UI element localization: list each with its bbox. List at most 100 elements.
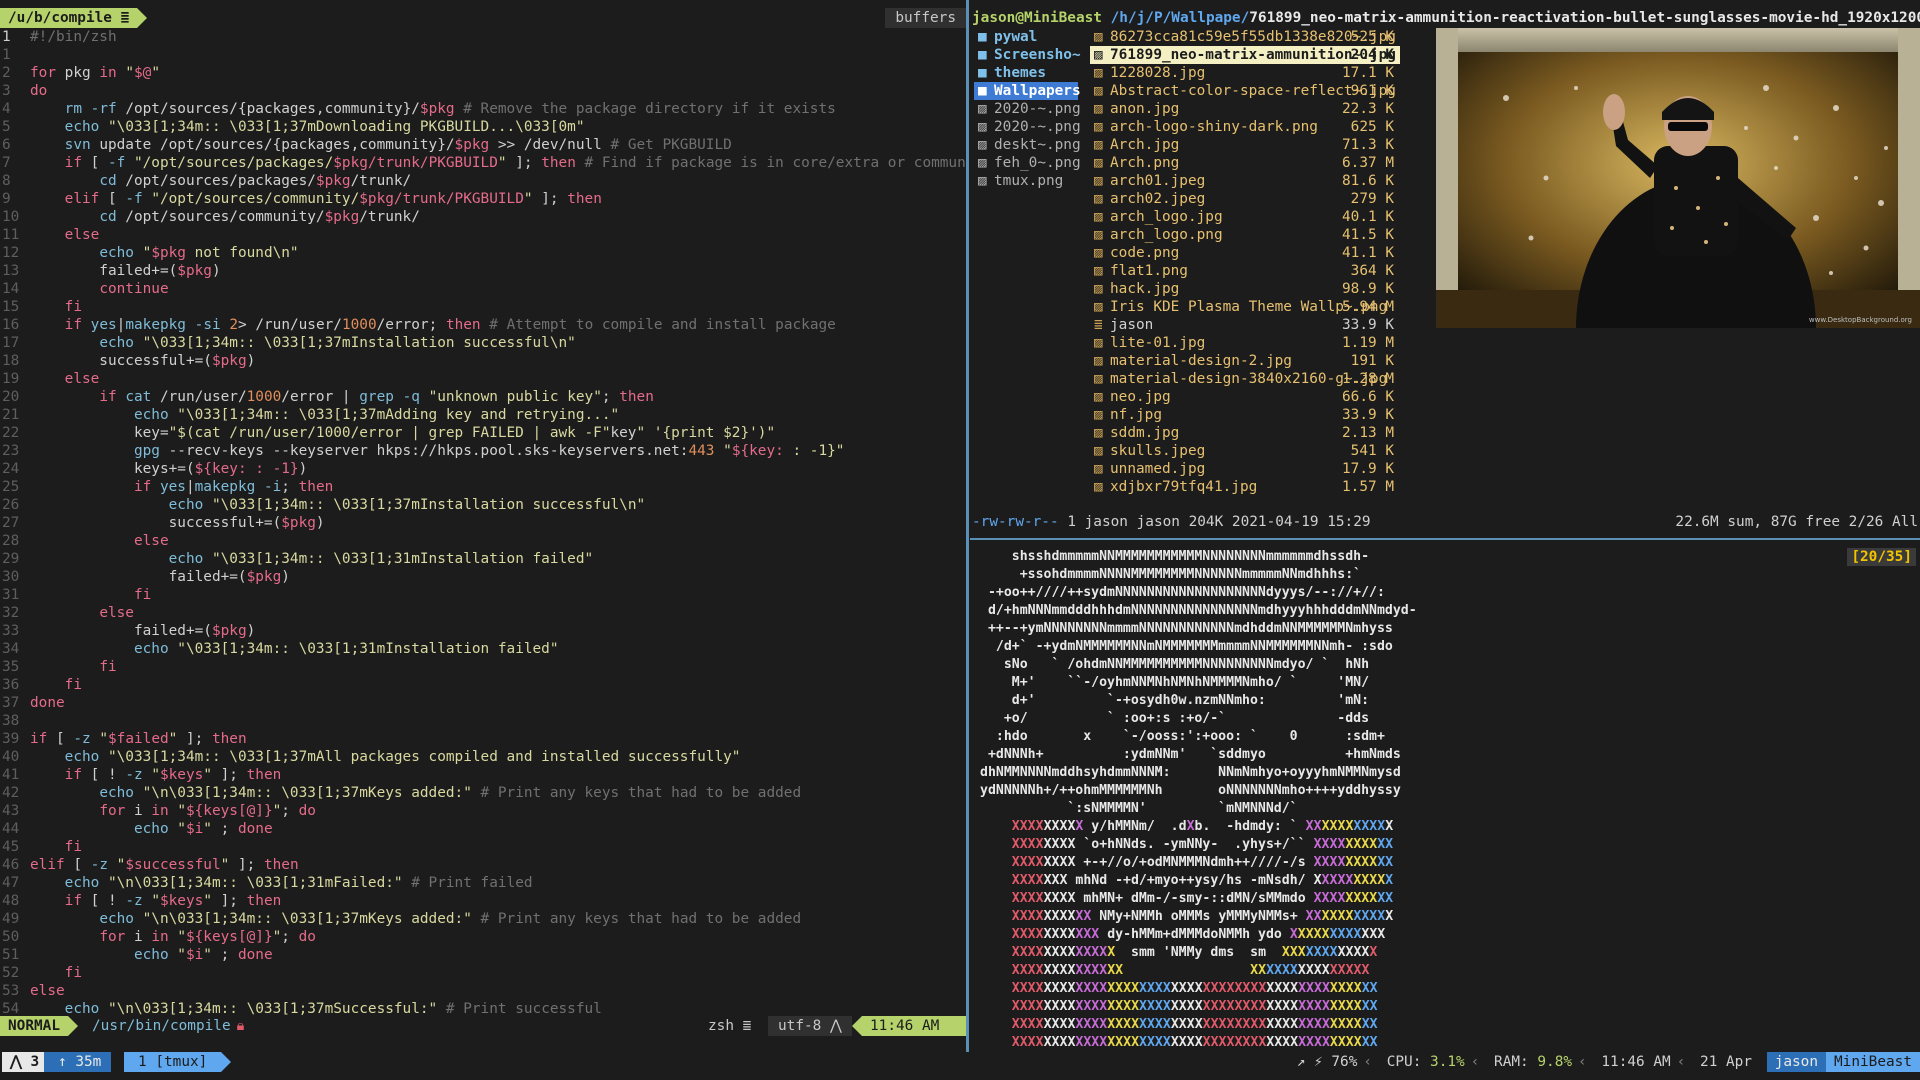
code-line[interactable]: 16 if yes|makepkg -si 2> /run/user/1000/…	[0, 316, 966, 334]
code-line[interactable]: 28 else	[0, 532, 966, 550]
editor-pane[interactable]: /u/b/compile ≣ buffers 1 #!/bin/zsh 1 2 for …	[0, 0, 966, 1052]
file-item[interactable]: ▨ code.png 41.1 K	[1090, 244, 1400, 262]
file-item[interactable]: ≣ jason 33.9 K	[1090, 316, 1400, 334]
pane-divider-vertical[interactable]	[966, 0, 969, 1052]
code-line[interactable]: 45 fi	[0, 838, 966, 856]
tmux-session[interactable]: ⋀ 3	[2, 1052, 48, 1072]
file-item[interactable]: ▨ xdjbxr79tfq41.jpg 1.57 M	[1090, 478, 1400, 496]
file-item[interactable]: ▨ arch02.jpeg 279 K	[1090, 190, 1400, 208]
code-line[interactable]: 40 echo "\033[1;34m:: \033[1;37mAll pack…	[0, 748, 966, 766]
tab-current-file[interactable]: /u/b/compile ≣	[0, 8, 148, 28]
code-line[interactable]: 42 echo "\n\033[1;34m:: \033[1;37mKeys a…	[0, 784, 966, 802]
code-line[interactable]: 8 cd /opt/sources/packages/$pkg/trunk/	[0, 172, 966, 190]
code-line[interactable]: 37 done	[0, 694, 966, 712]
code-line[interactable]: 21 echo "\033[1;34m:: \033[1;37mAdding k…	[0, 406, 966, 424]
code-line[interactable]: 33 failed+=($pkg)	[0, 622, 966, 640]
file-item[interactable]: ▨ lite-01.jpg 1.19 M	[1090, 334, 1400, 352]
code-line[interactable]: 27 successful+=($pkg)	[0, 514, 966, 532]
code-line[interactable]: 36 fi	[0, 676, 966, 694]
code-line[interactable]: 4 rm -rf /opt/sources/{packages,communit…	[0, 100, 966, 118]
code-line[interactable]: 22 key="$(cat /run/user/1000/error | gre…	[0, 424, 966, 442]
parent-file-item[interactable]: ▨ feh_0~.png	[974, 154, 1081, 172]
code-line[interactable]: 15 fi	[0, 298, 966, 316]
code-line[interactable]: 17 echo "\033[1;34m:: \033[1;37mInstalla…	[0, 334, 966, 352]
file-item[interactable]: ▨ 86273cca81c59e5f55db1338e820~.jpg 525 K	[1090, 28, 1400, 46]
code-line[interactable]: 39 if [ -z "$failed" ]; then	[0, 730, 966, 748]
file-item[interactable]: ▨ flat1.png 364 K	[1090, 262, 1400, 280]
file-item[interactable]: ▨ unnamed.jpg 17.9 K	[1090, 460, 1400, 478]
code-line[interactable]: 14 continue	[0, 280, 966, 298]
file-item[interactable]: ▨ sddm.jpg 2.13 M	[1090, 424, 1400, 442]
file-item[interactable]: ▨ nf.jpg 33.9 K	[1090, 406, 1400, 424]
buffers-label[interactable]: buffers	[885, 8, 966, 28]
code-line[interactable]: 35 fi	[0, 658, 966, 676]
code-line[interactable]: 41 if [ ! -z "$keys" ]; then	[0, 766, 966, 784]
file-item[interactable]: ▨ hack.jpg 98.9 K	[1090, 280, 1400, 298]
file-item[interactable]: ▨ arch-logo-shiny-dark.png 625 K	[1090, 118, 1400, 136]
parent-file-item[interactable]: ▨ 2020-~.png	[974, 118, 1081, 136]
file-item[interactable]: ▨ 1228028.jpg 17.1 K	[1090, 64, 1400, 82]
neofetch-pane[interactable]: shsshdmmmmmNNMMMMMMMMMMMNNNNNNNNmmmmmmdh…	[970, 548, 1920, 1052]
file-item[interactable]: ▨ Abstract-color-space-reflect~.jpg 961 K	[1090, 82, 1400, 100]
code-line[interactable]: 13 failed+=($pkg)	[0, 262, 966, 280]
code-line[interactable]: 9 elif [ -f "/opt/sources/community/$pkg…	[0, 190, 966, 208]
parent-file-item[interactable]: ▨ tmux.png	[974, 172, 1078, 190]
file-item[interactable]: ▨ arch_logo.jpg 40.1 K	[1090, 208, 1400, 226]
code-line[interactable]: 51 echo "$i" ; done	[0, 946, 966, 964]
code-line[interactable]: 6 svn update /opt/sources/{packages,comm…	[0, 136, 966, 154]
tmux-window-1[interactable]: 1 [tmux]	[124, 1052, 232, 1072]
file-item[interactable]: ▨ Arch.png 6.37 M	[1090, 154, 1400, 172]
code-line[interactable]: 25 if yes|makepkg -i; then	[0, 478, 966, 496]
parent-file-item[interactable]: ▨ deskt~.png	[974, 136, 1081, 154]
code-line[interactable]: 19 else	[0, 370, 966, 388]
code-line[interactable]: 5 echo "\033[1;34m:: \033[1;37mDownloadi…	[0, 118, 966, 136]
file-item[interactable]: ▨ skulls.jpeg 541 K	[1090, 442, 1400, 460]
code-line[interactable]: 54 echo "\n\033[1;34m:: \033[1;37mSucces…	[0, 1000, 966, 1016]
code-line[interactable]: 12 echo "$pkg not found\n"	[0, 244, 966, 262]
code-line[interactable]: 11 else	[0, 226, 966, 244]
code-line[interactable]: 10 cd /opt/sources/community/$pkg/trunk/	[0, 208, 966, 226]
code-line[interactable]: 32 else	[0, 604, 966, 622]
file-item[interactable]: ▨ Arch.jpg 71.3 K	[1090, 136, 1400, 154]
file-item[interactable]: ▨ 761899_neo-matrix-ammunition~.jpg 204 K	[1090, 46, 1400, 64]
code-line[interactable]: 29 echo "\033[1;34m:: \033[1;31mInstalla…	[0, 550, 966, 568]
code-line[interactable]: 20 if cat /run/user/1000/error | grep -q…	[0, 388, 966, 406]
code-line[interactable]: 2 for pkg in "$@"	[0, 64, 966, 82]
parent-dir-item[interactable]: ■ Screensho~	[974, 46, 1081, 64]
file-item[interactable]: ▨ arch_logo.png 41.5 K	[1090, 226, 1400, 244]
code-line[interactable]: 47 echo "\n\033[1;34m:: \033[1;31mFailed…	[0, 874, 966, 892]
code-line[interactable]: 26 echo "\033[1;34m:: \033[1;37mInstalla…	[0, 496, 966, 514]
code-line[interactable]: 52 fi	[0, 964, 966, 982]
code-line[interactable]: 53 else	[0, 982, 966, 1000]
code-line[interactable]: 48 if [ ! -z "$keys" ]; then	[0, 892, 966, 910]
code-line[interactable]: 30 failed+=($pkg)	[0, 568, 966, 586]
file-item[interactable]: ▨ anon.jpg 22.3 K	[1090, 100, 1400, 118]
code-line[interactable]: 50 for i in "${keys[@]}"; do	[0, 928, 966, 946]
file-item[interactable]: ▨ Iris KDE Plasma Theme Wallp~.png 5.94 M	[1090, 298, 1400, 316]
code-line[interactable]: 3 do	[0, 82, 966, 100]
file-item[interactable]: ▨ neo.jpg 66.6 K	[1090, 388, 1400, 406]
code-area[interactable]: 1 #!/bin/zsh 1 2 for pkg in "$@" 3 do 4 rm -rf …	[0, 28, 966, 1016]
code-line[interactable]: 18 successful+=($pkg)	[0, 352, 966, 370]
code-line[interactable]: 23 gpg --recv-keys --keyserver hkps://hk…	[0, 442, 966, 460]
parent-dir-item[interactable]: ■ themes	[974, 64, 1078, 82]
code-line[interactable]: 44 echo "$i" ; done	[0, 820, 966, 838]
code-line[interactable]: 34 echo "\033[1;34m:: \033[1;31mInstalla…	[0, 640, 966, 658]
file-item[interactable]: ▨ material-design-3840x2160-g~.jpg 1.28 M	[1090, 370, 1400, 388]
pane-divider-horizontal[interactable]	[970, 538, 1920, 540]
code-line[interactable]: 31 fi	[0, 586, 966, 604]
parent-dir-item[interactable]: ■ Wallpapers	[974, 82, 1081, 100]
parent-file-item[interactable]: ▨ 2020-~.png	[974, 100, 1081, 118]
file-item[interactable]: ▨ material-design-2.jpg 191 K	[1090, 352, 1400, 370]
code-line[interactable]: 38	[0, 712, 966, 730]
parent-dir-item[interactable]: ■ pywal	[974, 28, 1078, 46]
file-item[interactable]: ▨ arch01.jpeg 81.6 K	[1090, 172, 1400, 190]
code-line[interactable]: 7 if [ -f "/opt/sources/packages/$pkg/tr…	[0, 154, 966, 172]
code-line[interactable]: 1 #!/bin/zsh	[0, 28, 966, 46]
code-line[interactable]: 43 for i in "${keys[@]}"; do	[0, 802, 966, 820]
code-line[interactable]: 49 echo "\n\033[1;34m:: \033[1;37mKeys a…	[0, 910, 966, 928]
code-line[interactable]: 1	[0, 46, 966, 64]
ranger-pane[interactable]: jason@MiniBeast /h/j/P/Wallpape/761899_n…	[970, 0, 1920, 536]
code-line[interactable]: 46 elif [ -z "$successful" ]; then	[0, 856, 966, 874]
code-line[interactable]: 24 keys+=(${key: : -1})	[0, 460, 966, 478]
